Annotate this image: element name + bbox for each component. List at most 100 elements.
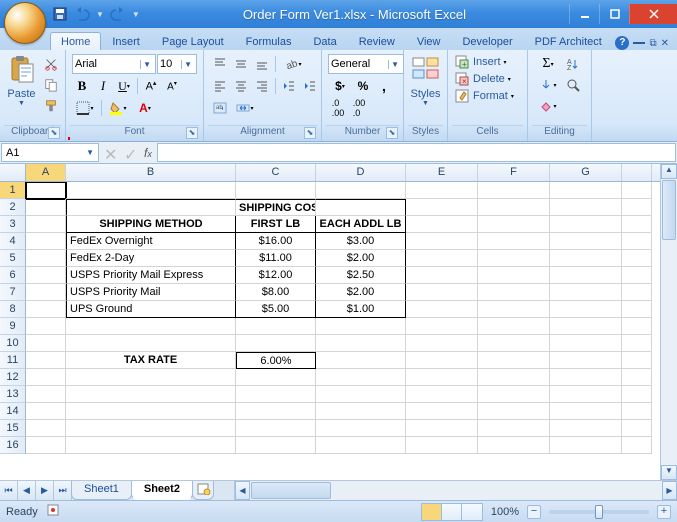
- align-top-icon[interactable]: [210, 54, 230, 74]
- row-header[interactable]: 10: [0, 335, 26, 352]
- format-painter-icon[interactable]: [41, 96, 61, 116]
- number-format-combo[interactable]: General▼: [328, 54, 404, 74]
- row-header[interactable]: 3: [0, 216, 26, 233]
- increase-decimal-icon[interactable]: .0.00: [328, 98, 348, 118]
- sheet-tab-sheet2[interactable]: Sheet2: [131, 481, 193, 500]
- fill-color-icon[interactable]: ▾: [105, 98, 131, 118]
- cell[interactable]: [406, 233, 478, 250]
- cell[interactable]: [622, 250, 652, 267]
- cell[interactable]: [622, 352, 652, 369]
- cell[interactable]: [478, 403, 550, 420]
- cell[interactable]: [236, 403, 316, 420]
- fill-icon[interactable]: ▾: [534, 75, 562, 95]
- cell[interactable]: [316, 386, 406, 403]
- cell[interactable]: [478, 199, 550, 216]
- cell[interactable]: [406, 182, 478, 199]
- redo-icon[interactable]: [110, 6, 126, 22]
- cell[interactable]: [478, 335, 550, 352]
- cell[interactable]: [26, 352, 66, 369]
- cell[interactable]: [26, 216, 66, 233]
- cell[interactable]: FedEx Overnight: [66, 233, 236, 250]
- qat-customize-icon[interactable]: ▼: [132, 10, 140, 19]
- align-right-icon[interactable]: [252, 76, 272, 96]
- cell[interactable]: [316, 352, 406, 369]
- cancel-formula-icon[interactable]: ✕: [104, 145, 120, 161]
- cell[interactable]: [478, 301, 550, 318]
- clear-icon[interactable]: ▾: [534, 96, 562, 116]
- cell[interactable]: [622, 216, 652, 233]
- cell[interactable]: [236, 369, 316, 386]
- cell[interactable]: [622, 335, 652, 352]
- cell[interactable]: [26, 369, 66, 386]
- cell[interactable]: [406, 420, 478, 437]
- tab-page-layout[interactable]: Page Layout: [151, 32, 235, 50]
- font-color-icon[interactable]: A▾: [132, 98, 158, 118]
- cell[interactable]: [236, 386, 316, 403]
- underline-icon[interactable]: U▾: [114, 76, 134, 96]
- cell[interactable]: [26, 267, 66, 284]
- cell[interactable]: [550, 437, 622, 454]
- cell[interactable]: [316, 420, 406, 437]
- cell[interactable]: [26, 420, 66, 437]
- cell[interactable]: $12.00: [236, 267, 316, 284]
- cell[interactable]: [550, 386, 622, 403]
- horizontal-scrollbar[interactable]: ◀ ▶: [234, 481, 677, 500]
- cell[interactable]: [26, 199, 66, 216]
- sheet-nav-prev-icon[interactable]: ◀: [18, 481, 36, 500]
- cell[interactable]: [622, 386, 652, 403]
- cell[interactable]: [550, 216, 622, 233]
- cell[interactable]: [26, 386, 66, 403]
- row-header[interactable]: 5: [0, 250, 26, 267]
- cell[interactable]: [26, 284, 66, 301]
- cell-a1[interactable]: [26, 182, 66, 199]
- insert-cells-label[interactable]: Insert: [473, 56, 501, 68]
- cell[interactable]: [550, 182, 622, 199]
- cell[interactable]: [26, 403, 66, 420]
- scroll-left-icon[interactable]: ◀: [235, 481, 250, 500]
- scroll-up-icon[interactable]: ▲: [661, 164, 677, 179]
- cell[interactable]: [26, 250, 66, 267]
- col-header-e[interactable]: E: [406, 164, 478, 181]
- cell[interactable]: [406, 386, 478, 403]
- cell[interactable]: $2.00: [316, 250, 406, 267]
- cell[interactable]: [550, 267, 622, 284]
- cell[interactable]: [622, 199, 652, 216]
- cell[interactable]: $3.00: [316, 233, 406, 250]
- cell[interactable]: [66, 182, 236, 199]
- cell[interactable]: [406, 335, 478, 352]
- col-header-d[interactable]: D: [316, 164, 406, 181]
- formula-input[interactable]: [157, 143, 676, 162]
- cell[interactable]: [406, 352, 478, 369]
- cell[interactable]: [406, 301, 478, 318]
- select-all-corner[interactable]: [0, 164, 26, 181]
- autosum-icon[interactable]: Σ▾: [534, 54, 562, 74]
- cell[interactable]: [622, 301, 652, 318]
- cell[interactable]: UPS Ground: [66, 301, 236, 318]
- align-left-icon[interactable]: [210, 76, 230, 96]
- cell[interactable]: [26, 233, 66, 250]
- cell[interactable]: [316, 335, 406, 352]
- cell[interactable]: [316, 369, 406, 386]
- orientation-icon[interactable]: ab▾: [279, 54, 307, 74]
- merge-center-icon[interactable]: ▾: [231, 98, 259, 118]
- cell[interactable]: FedEx 2-Day: [66, 250, 236, 267]
- undo-icon[interactable]: [74, 6, 90, 22]
- col-header-b[interactable]: B: [66, 164, 236, 181]
- cell[interactable]: USPS Priority Mail: [66, 284, 236, 301]
- font-name-combo[interactable]: Arial▼: [72, 54, 156, 74]
- office-button[interactable]: [4, 2, 46, 44]
- row-header[interactable]: 4: [0, 233, 26, 250]
- format-cells-label[interactable]: Format: [473, 90, 508, 102]
- cell[interactable]: [550, 233, 622, 250]
- percent-format-icon[interactable]: %: [353, 76, 373, 96]
- row-header[interactable]: 14: [0, 403, 26, 420]
- fx-icon[interactable]: fx: [144, 146, 152, 160]
- cell[interactable]: USPS Priority Mail Express: [66, 267, 236, 284]
- cell[interactable]: [478, 250, 550, 267]
- cell[interactable]: [478, 233, 550, 250]
- cell[interactable]: $8.00: [236, 284, 316, 301]
- sheet-tab-sheet1[interactable]: Sheet1: [71, 481, 132, 500]
- tab-home[interactable]: Home: [50, 32, 101, 50]
- cell[interactable]: [622, 420, 652, 437]
- tab-pdf-architect[interactable]: PDF Architect: [524, 32, 613, 50]
